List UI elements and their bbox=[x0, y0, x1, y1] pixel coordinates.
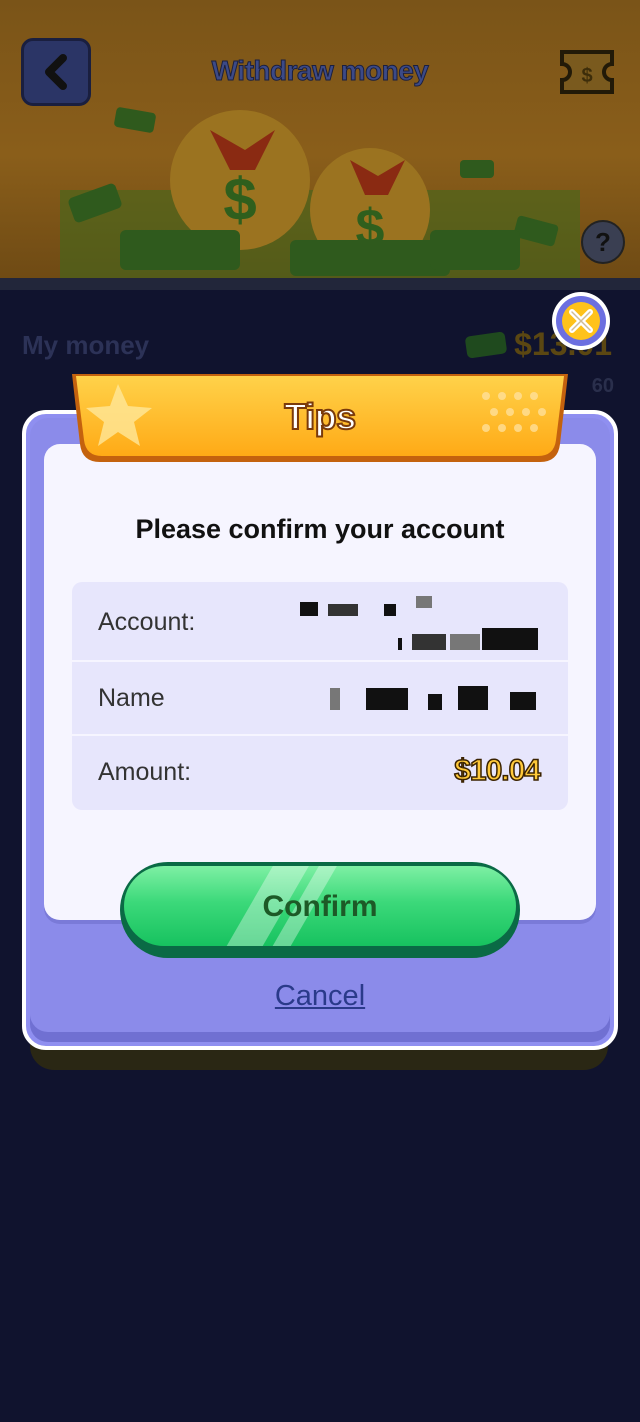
account-row: Account: bbox=[72, 582, 568, 662]
confirm-button-face: Confirm bbox=[124, 866, 516, 946]
page-title: Withdraw money bbox=[211, 55, 429, 87]
amount-value: $10.04 bbox=[453, 753, 541, 788]
header: $ $ Withdraw money $ ? bbox=[0, 0, 640, 282]
svg-text:$: $ bbox=[581, 65, 592, 87]
amount-row: Amount: $10.04 bbox=[72, 736, 568, 810]
confirm-button[interactable]: Confirm bbox=[120, 862, 520, 958]
cancel-link[interactable]: Cancel bbox=[0, 980, 640, 1013]
amount-label: Amount: bbox=[98, 758, 192, 786]
account-info-box: Account: Name Amount: $10.04 bbox=[72, 582, 568, 810]
svg-text:$: $ bbox=[223, 166, 256, 233]
cash-icon bbox=[464, 330, 508, 359]
dialog-title: Tips bbox=[283, 395, 357, 438]
confirm-button-label: Confirm bbox=[262, 890, 378, 923]
name-row: Name bbox=[72, 662, 568, 736]
close-icon[interactable] bbox=[550, 290, 612, 352]
name-label: Name bbox=[98, 684, 165, 712]
account-label: Account: bbox=[98, 608, 196, 636]
money-bags-illustration: $ $ bbox=[60, 107, 580, 280]
confirm-heading: Please confirm your account bbox=[135, 514, 505, 544]
help-button[interactable]: ? bbox=[581, 220, 625, 264]
my-money-sub: 60 bbox=[591, 375, 614, 397]
header-divider bbox=[0, 278, 640, 290]
ticket-icon[interactable]: $ bbox=[556, 44, 618, 100]
my-money-label: My money bbox=[22, 330, 150, 360]
